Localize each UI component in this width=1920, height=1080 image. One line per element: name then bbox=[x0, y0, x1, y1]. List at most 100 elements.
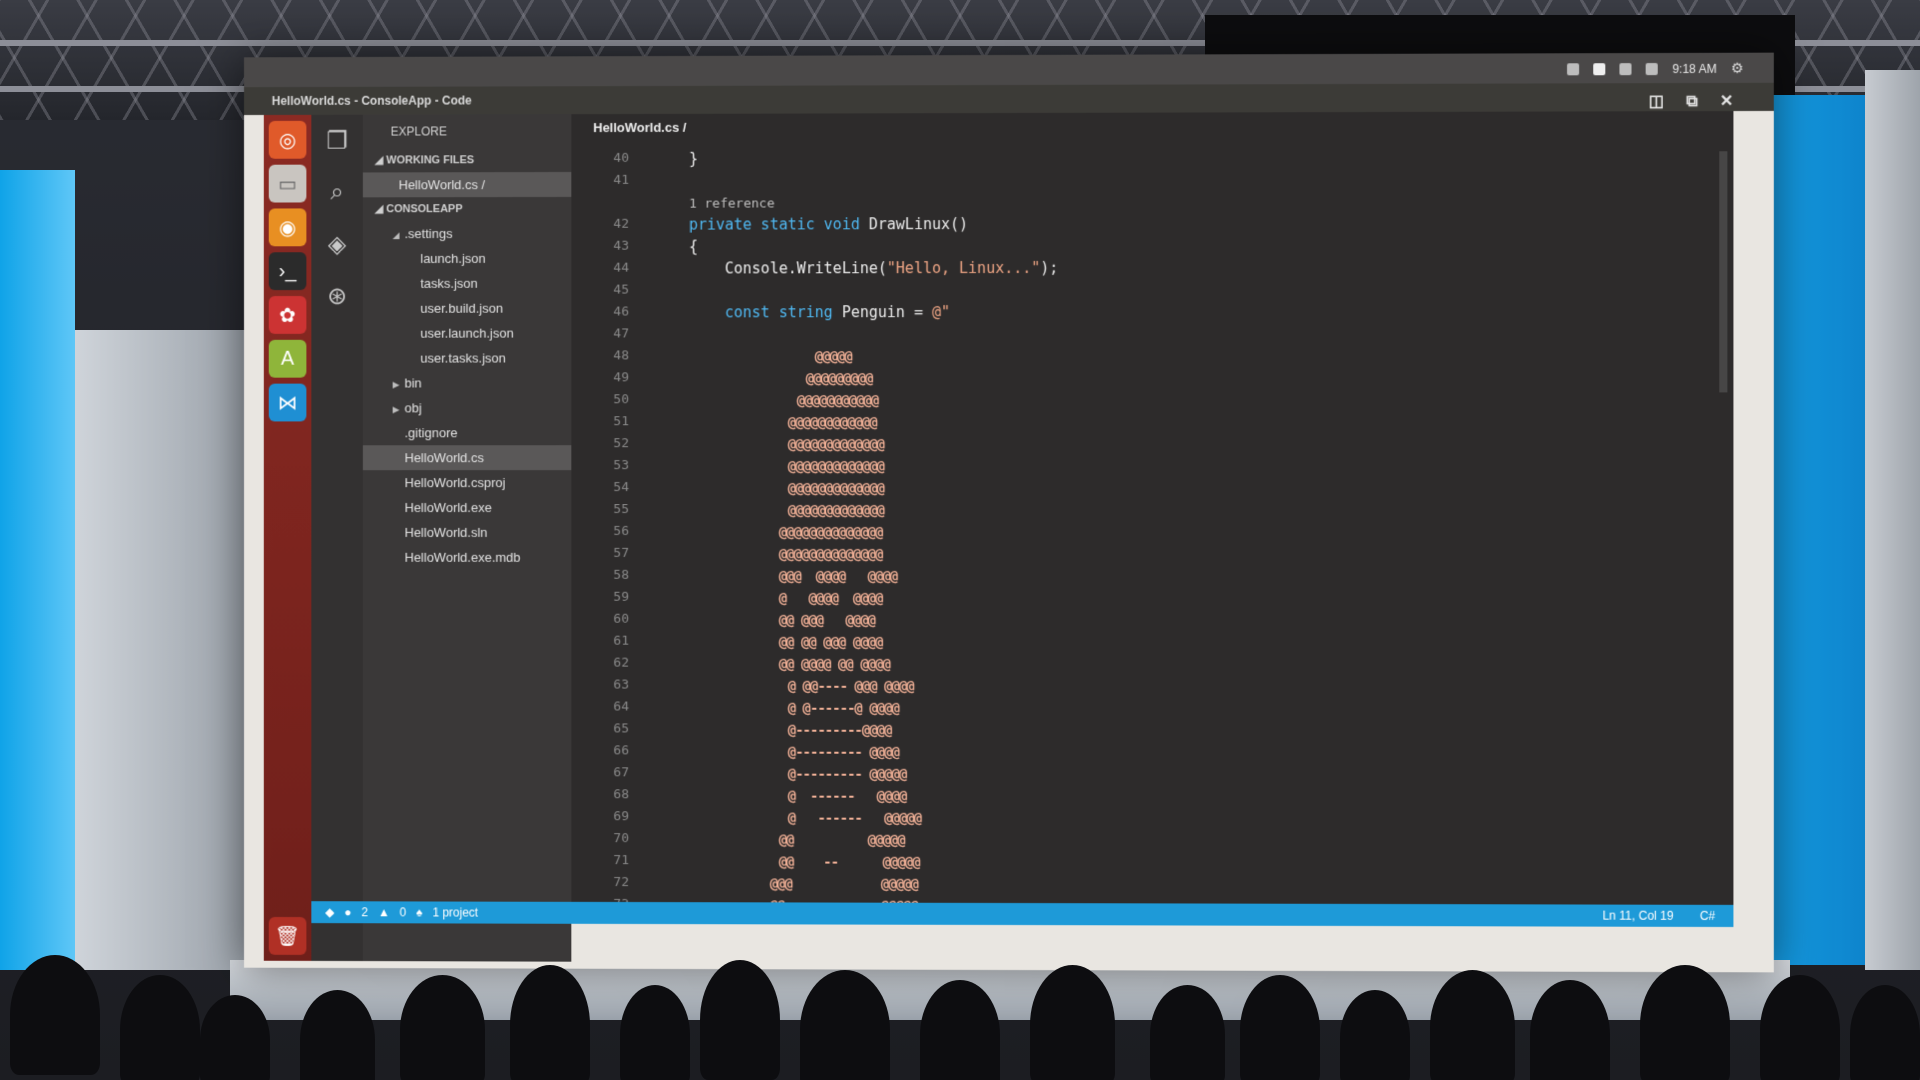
code-editor[interactable]: HelloWorld.cs / 40 41 42 43 44 45 46 47 48 49 50 51… bbox=[571, 111, 1734, 905]
audience-head bbox=[10, 955, 100, 1075]
code-line[interactable] bbox=[653, 169, 1059, 192]
code-line[interactable] bbox=[653, 323, 1059, 345]
error-icon[interactable]: ● bbox=[344, 901, 351, 923]
collapse-icon: ◢ bbox=[374, 203, 384, 216]
warning-icon[interactable]: ▲ bbox=[378, 901, 390, 923]
cursor-position[interactable]: Ln 11, Col 19 bbox=[1602, 905, 1673, 927]
warning-count[interactable]: 0 bbox=[400, 901, 407, 923]
explorer-icon[interactable]: ❐ bbox=[311, 115, 363, 167]
file-item[interactable]: .gitignore bbox=[363, 420, 571, 445]
line-number: 63 bbox=[613, 677, 630, 693]
code-line[interactable]: @---------@@@@ bbox=[653, 719, 1059, 742]
code-line[interactable]: @@@@@@@@@@@@@ bbox=[653, 455, 1059, 477]
file-item[interactable]: user.tasks.json bbox=[363, 345, 571, 370]
penguin-ascii-art: @ ------ @@@@@ bbox=[787, 810, 922, 827]
app-launcher: ◎ ▭ ◉ ›_ ✿ A ⋈ 🗑 bbox=[263, 114, 312, 961]
penguin-ascii-art: @@@@@ bbox=[814, 349, 852, 366]
tree-item-label: .settings bbox=[404, 226, 453, 242]
code-line[interactable]: @ @@---- @@@ @@@@ bbox=[653, 675, 1059, 697]
settings-icon[interactable]: ⚙ bbox=[1731, 60, 1744, 77]
software-center-icon[interactable]: ✿ bbox=[268, 296, 307, 334]
working-files-header[interactable]: ◢ WORKING FILES bbox=[363, 148, 571, 172]
code-lines[interactable]: } 1 reference private static void DrawLi… bbox=[653, 147, 1059, 905]
file-item[interactable]: HelloWorld.exe bbox=[363, 495, 571, 520]
code-line[interactable]: @@@@@@@@@@@@@ bbox=[653, 433, 1059, 455]
terminal-icon[interactable]: ›_ bbox=[268, 252, 307, 291]
code-line[interactable]: @@ -- @@@@@ bbox=[653, 850, 1059, 873]
code-token: Penguin = bbox=[841, 303, 933, 322]
code-line[interactable]: @@@@@@@@@@@ bbox=[653, 389, 1059, 411]
code-line[interactable]: { bbox=[653, 235, 1059, 258]
file-item[interactable]: user.launch.json bbox=[363, 321, 571, 346]
debug-icon[interactable]: ⊛ bbox=[311, 270, 363, 322]
code-line[interactable]: @ ------ @@@@ bbox=[653, 784, 1059, 807]
code-line[interactable]: @@@@@@@@@@@@@@ bbox=[653, 543, 1059, 565]
working-file-item[interactable]: HelloWorld.cs / bbox=[362, 171, 572, 198]
battery-icon[interactable] bbox=[1619, 62, 1632, 75]
audience-head bbox=[800, 970, 890, 1080]
code-line[interactable]: } bbox=[653, 147, 1059, 170]
file-item[interactable]: launch.json bbox=[363, 246, 571, 271]
folder-item[interactable]: ◢ .settings bbox=[363, 221, 571, 246]
editor-scrollbar[interactable] bbox=[1719, 151, 1728, 393]
project-count[interactable]: 1 project bbox=[432, 901, 478, 923]
line-number: 70 bbox=[613, 831, 630, 847]
system-clock[interactable]: 9:18 AM bbox=[1672, 61, 1716, 75]
files-app-icon[interactable]: ▭ bbox=[268, 164, 307, 203]
file-item[interactable]: HelloWorld.sln bbox=[363, 520, 571, 545]
error-count[interactable]: 2 bbox=[361, 901, 368, 923]
line-number: 44 bbox=[613, 260, 630, 276]
audience-head bbox=[510, 965, 590, 1080]
updater-icon[interactable]: A bbox=[268, 339, 307, 378]
code-line[interactable]: @ ------ @@@@@ bbox=[653, 806, 1059, 829]
file-item[interactable]: HelloWorld.csproj bbox=[363, 470, 571, 495]
code-area[interactable]: 40 41 42 43 44 45 46 47 48 49 50 51 52 53 54 55 56 57 58 59… bbox=[571, 145, 1733, 905]
project-icon[interactable]: ♠ bbox=[416, 901, 422, 923]
code-line[interactable]: @--------- @@@@@ bbox=[653, 762, 1059, 785]
code-line[interactable]: @@@ @@@@@ bbox=[653, 872, 1059, 895]
code-line[interactable]: @@@@@@@@@@@@@ bbox=[653, 477, 1059, 499]
code-line[interactable]: const string Penguin = @" bbox=[653, 301, 1059, 324]
activity-bar: ❐ ⌕ ◈ ⊛ bbox=[311, 114, 363, 962]
code-line[interactable]: @@@@@@@@@ bbox=[653, 367, 1059, 389]
git-branch-icon[interactable]: ◆ bbox=[325, 901, 334, 923]
search-icon[interactable]: ⌕ bbox=[311, 166, 363, 218]
vscode-app-icon[interactable]: ⋈ bbox=[268, 383, 307, 422]
volume-icon[interactable] bbox=[1646, 62, 1659, 75]
file-item[interactable]: user.build.json bbox=[363, 296, 571, 321]
code-line[interactable]: 1 reference bbox=[653, 191, 1059, 214]
code-line[interactable]: @--------- @@@@ bbox=[653, 740, 1059, 763]
penguin-ascii-art: @@ @@@@ @@ @@@@ bbox=[778, 656, 890, 673]
code-line[interactable]: @@ @@@@ @@ @@@@ bbox=[653, 653, 1059, 675]
code-line[interactable]: Console.WriteLine("Hello, Linux..."); bbox=[653, 257, 1059, 280]
code-line[interactable]: @@ @@@@@ bbox=[653, 828, 1059, 851]
ubuntu-home-icon[interactable]: ◎ bbox=[268, 120, 307, 159]
language-mode[interactable]: C# bbox=[1700, 905, 1715, 927]
file-item[interactable]: HelloWorld.exe.mdb bbox=[363, 545, 571, 570]
git-icon[interactable]: ◈ bbox=[311, 218, 363, 270]
code-line[interactable]: @@@@@@@@@@@@@@ bbox=[653, 521, 1059, 543]
code-token: @" bbox=[932, 303, 951, 322]
code-line[interactable]: @@@@@@@@@@@@ bbox=[653, 411, 1059, 433]
code-token: DrawLinux() bbox=[868, 215, 969, 234]
editor-tab[interactable]: HelloWorld.cs / bbox=[571, 111, 1734, 143]
network-icon[interactable] bbox=[1567, 62, 1580, 75]
folder-item[interactable]: ▶ bin bbox=[363, 370, 571, 395]
code-line[interactable]: @@@@@ bbox=[653, 345, 1059, 367]
code-line[interactable]: @@ @@@ @@@@ bbox=[653, 609, 1059, 631]
window-titlebar[interactable]: HelloWorld.cs - ConsoleApp - Code ◫ ⧉ ✕ bbox=[244, 82, 1774, 116]
code-line[interactable]: @ @------@ @@@@ bbox=[653, 697, 1059, 720]
keyboard-icon[interactable] bbox=[1593, 62, 1606, 75]
code-line[interactable]: @@@@@@@@@@@@@ bbox=[653, 499, 1059, 521]
code-line[interactable] bbox=[653, 279, 1059, 302]
code-line[interactable]: @@@ @@@@ @@@@ bbox=[653, 565, 1059, 587]
file-item[interactable]: HelloWorld.cs bbox=[362, 445, 572, 471]
code-token: private static void bbox=[688, 215, 869, 234]
code-line[interactable]: @ @@@@ @@@@ bbox=[653, 587, 1059, 609]
code-line[interactable]: private static void DrawLinux() bbox=[653, 213, 1059, 236]
code-line[interactable]: @@ @@ @@@ @@@@ bbox=[653, 631, 1059, 653]
firefox-icon[interactable]: ◉ bbox=[268, 208, 307, 247]
folder-item[interactable]: ▶ obj bbox=[363, 395, 571, 420]
project-header[interactable]: ◢ CONSOLEAPP bbox=[363, 197, 571, 221]
file-item[interactable]: tasks.json bbox=[363, 271, 571, 296]
